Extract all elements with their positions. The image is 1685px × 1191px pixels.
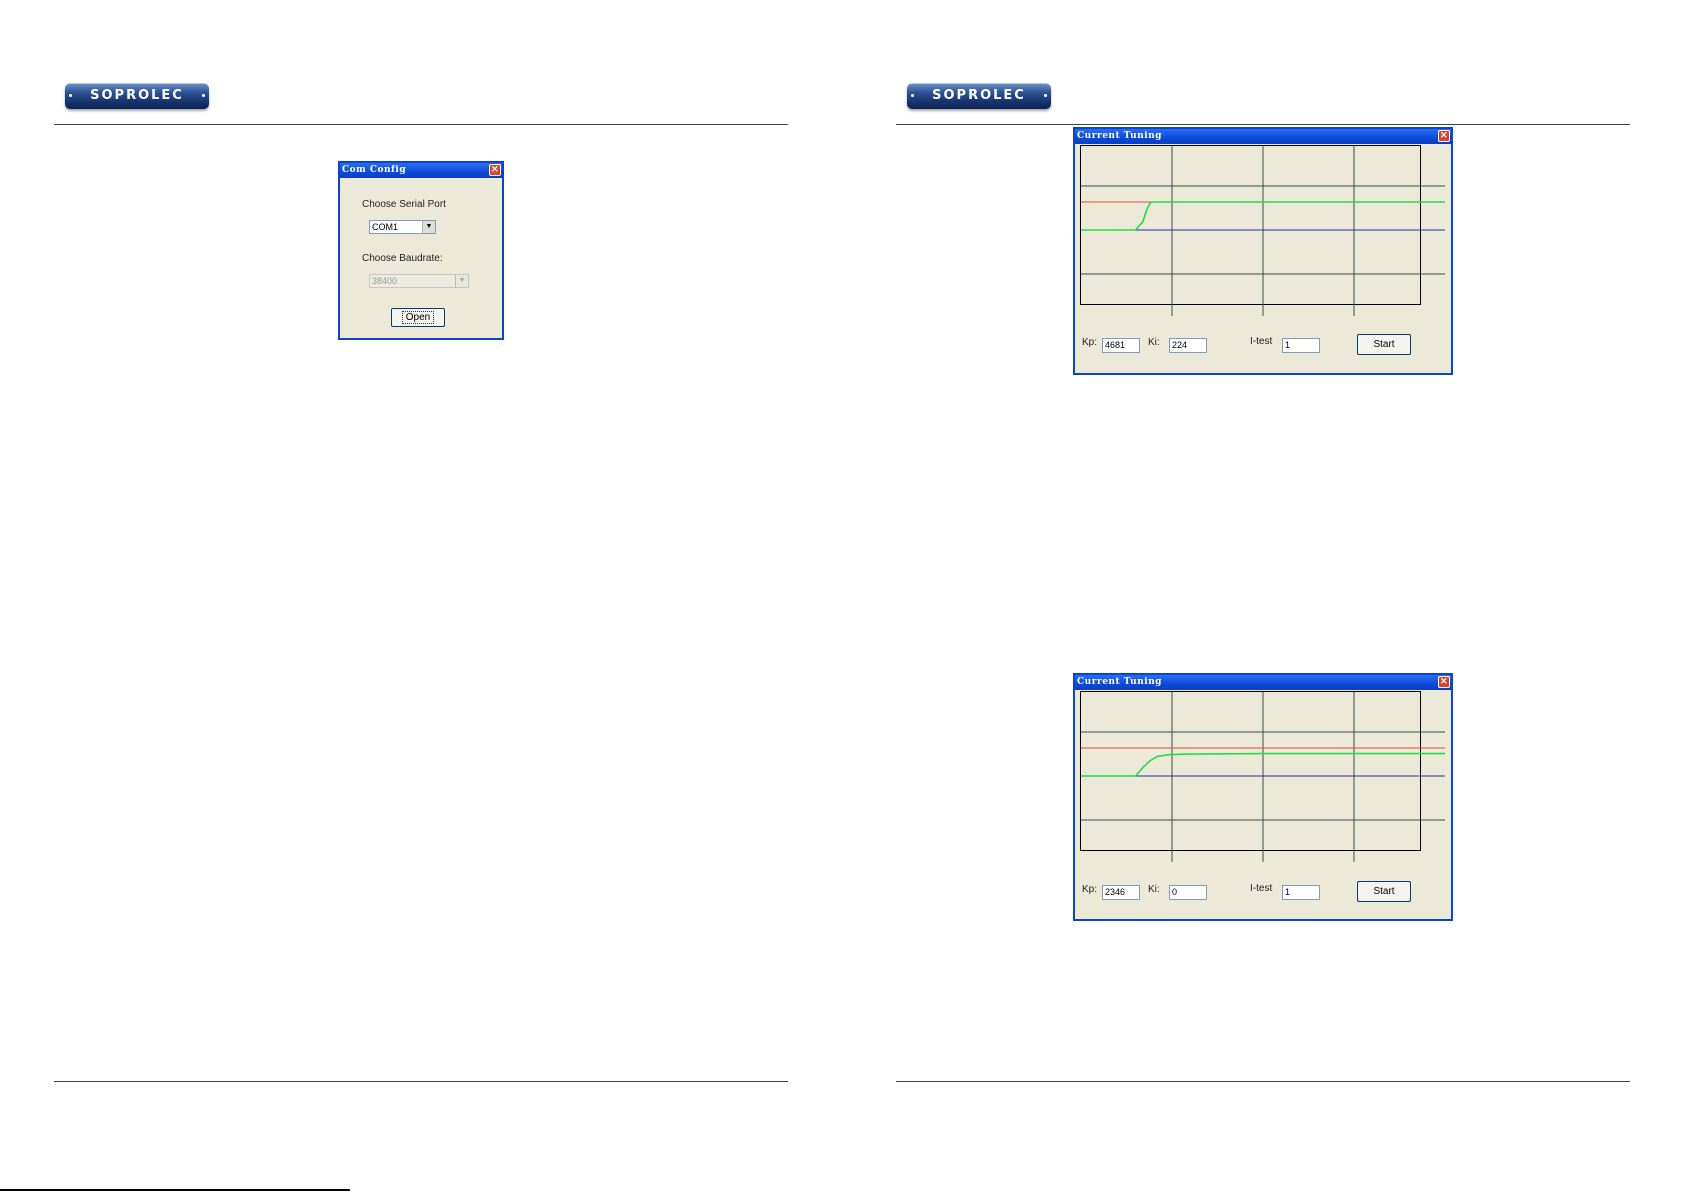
kp-label: Kp: bbox=[1082, 337, 1098, 348]
kp-input[interactable]: 2346 bbox=[1102, 885, 1140, 900]
window-title: Current Tuning bbox=[1077, 131, 1162, 141]
current-tuning-window-2: Current Tuning ✕ Kp: 2346 Ki: 0 I-test 1… bbox=[1073, 673, 1453, 921]
com-config-dialog: Com Config ✕ Choose Serial Port COM1 ▼ C… bbox=[338, 161, 504, 340]
baudrate-select[interactable]: 38400 ▼ bbox=[369, 274, 469, 288]
chevron-down-icon[interactable]: ▼ bbox=[455, 275, 468, 287]
left-page: SOPROLEC Com Config ✕ Choose Serial Port… bbox=[0, 0, 842, 1191]
ki-label: Ki: bbox=[1148, 884, 1160, 895]
header-rule bbox=[896, 124, 1630, 125]
ki-input[interactable]: 0 bbox=[1169, 885, 1207, 900]
itest-label: I-test bbox=[1250, 336, 1273, 347]
logo-text: SOPROLEC bbox=[932, 88, 1026, 103]
right-page: SOPROLEC Current Tuning ✕ Kp: 4681 Ki: 2… bbox=[842, 0, 1684, 1191]
current-tuning-window-1: Current Tuning ✕ Kp: 4681 Ki: 224 I-test… bbox=[1073, 127, 1453, 375]
open-button-label: Open bbox=[401, 311, 435, 324]
serial-port-label: Choose Serial Port bbox=[362, 199, 446, 210]
serial-port-value: COM1 bbox=[372, 222, 399, 232]
serial-port-select[interactable]: COM1 ▼ bbox=[369, 220, 436, 234]
close-icon[interactable]: ✕ bbox=[1438, 130, 1450, 142]
close-icon[interactable]: ✕ bbox=[1438, 676, 1450, 688]
start-button[interactable]: Start bbox=[1357, 334, 1411, 355]
kp-label: Kp: bbox=[1082, 884, 1098, 895]
itest-input[interactable]: 1 bbox=[1282, 885, 1320, 900]
window-titlebar: Current Tuning ✕ bbox=[1075, 675, 1451, 690]
header-rule bbox=[54, 124, 788, 125]
footer-rule bbox=[54, 1081, 788, 1082]
ki-label: Ki: bbox=[1148, 337, 1160, 348]
logo-text: SOPROLEC bbox=[90, 88, 184, 103]
footer-rule bbox=[896, 1081, 1630, 1082]
window-titlebar: Current Tuning ✕ bbox=[1075, 129, 1451, 144]
itest-input[interactable]: 1 bbox=[1282, 338, 1320, 353]
close-icon[interactable]: ✕ bbox=[489, 164, 501, 176]
open-button[interactable]: Open bbox=[391, 308, 445, 327]
baudrate-label: Choose Baudrate: bbox=[362, 253, 443, 264]
dialog-title: Com Config bbox=[342, 165, 407, 175]
tuning-plot-1 bbox=[1080, 145, 1445, 316]
soprolec-logo: SOPROLEC bbox=[65, 83, 209, 109]
start-button[interactable]: Start bbox=[1357, 881, 1411, 902]
kp-input[interactable]: 4681 bbox=[1102, 338, 1140, 353]
ki-input[interactable]: 224 bbox=[1169, 338, 1207, 353]
baudrate-value: 38400 bbox=[372, 276, 398, 286]
itest-label: I-test bbox=[1250, 883, 1273, 894]
dialog-titlebar: Com Config ✕ bbox=[340, 163, 502, 178]
window-title: Current Tuning bbox=[1077, 677, 1162, 687]
tuning-plot-2 bbox=[1080, 691, 1445, 862]
soprolec-logo: SOPROLEC bbox=[907, 83, 1051, 109]
chevron-down-icon[interactable]: ▼ bbox=[422, 221, 435, 233]
